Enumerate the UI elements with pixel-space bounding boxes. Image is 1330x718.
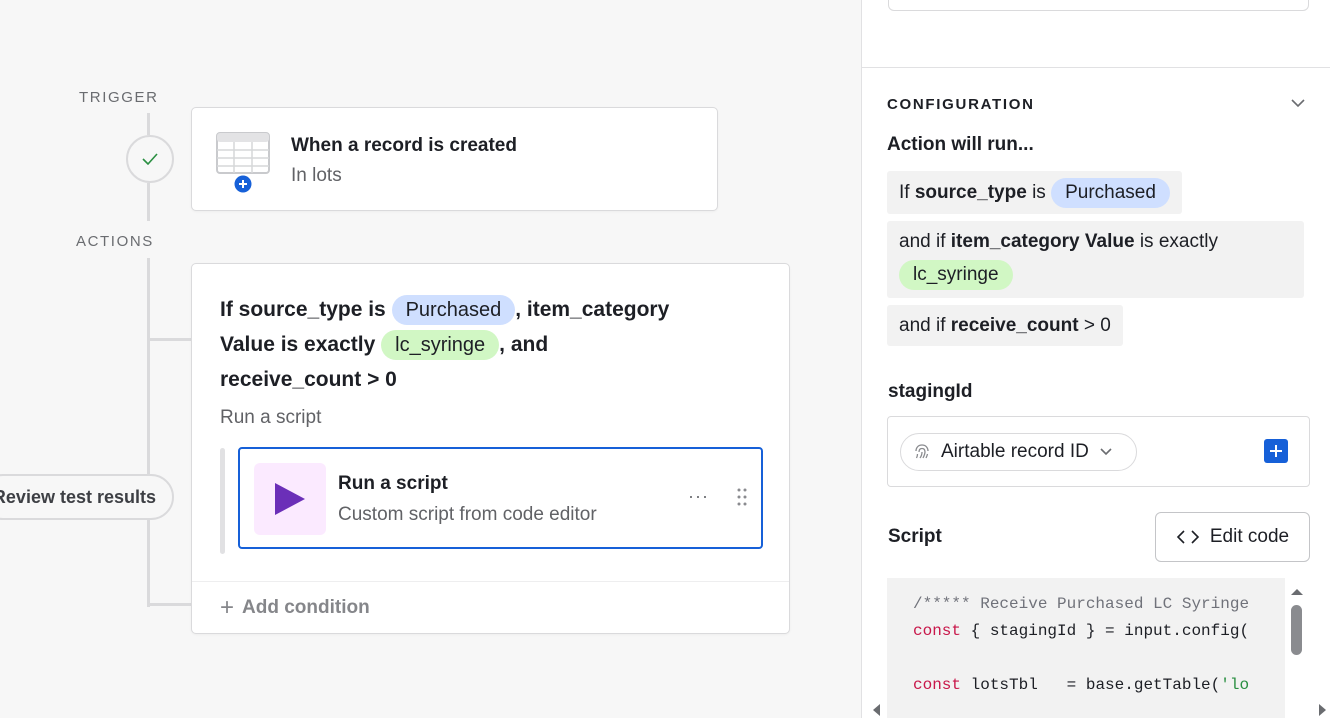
run-script-card[interactable]: Run a script Custom script from code edi… [238, 447, 763, 549]
plus-icon [1270, 445, 1282, 457]
value-pill: Purchased [1051, 178, 1170, 208]
condition-row[interactable]: and if item_category Value is exactly lc… [887, 221, 1304, 298]
input-box[interactable] [888, 0, 1309, 11]
run-script-label: Run a script [220, 407, 322, 428]
condition-field: source_type [914, 182, 1027, 203]
action-card[interactable]: If source_type is Purchased, item_catego… [191, 263, 790, 634]
branch-indicator [220, 448, 225, 554]
edit-code-label: Edit code [1209, 526, 1290, 547]
condition-prefix: If source_type is [220, 298, 386, 321]
trigger-status [126, 135, 174, 183]
flow-branch-connector [147, 338, 192, 341]
code-preview[interactable]: /***** Receive Purchased LC Syringe cons… [887, 578, 1285, 718]
condition-last: receive_count > 0 [220, 368, 397, 391]
condition-operator: is [1032, 182, 1046, 203]
code-scrollbar[interactable] [1285, 578, 1309, 703]
scroll-thumb[interactable] [1291, 605, 1302, 655]
add-condition-button[interactable]: + Add condition [220, 594, 370, 621]
play-icon [275, 483, 305, 515]
more-options-button[interactable]: ··· [688, 486, 709, 507]
chevron-down-icon[interactable] [1290, 97, 1306, 109]
scroll-left-icon[interactable] [870, 703, 882, 717]
record-id-token[interactable]: Airtable record ID [900, 433, 1137, 471]
script-title: Run a script [338, 473, 448, 494]
flow-connector [147, 113, 150, 135]
drag-handle-icon[interactable] [736, 487, 748, 507]
condition-prefix: and if [899, 231, 946, 252]
add-condition-label: Add condition [242, 597, 370, 618]
script-subtitle: Custom script from code editor [338, 504, 597, 525]
script-label: Script [888, 526, 942, 547]
condition-prefix: and if [899, 315, 946, 336]
condition-prefix: If [899, 182, 910, 203]
value-pill: lc_syringe [381, 330, 500, 360]
trigger-subtitle: In lots [291, 165, 342, 186]
condition-operator: > 0 [1083, 315, 1111, 336]
condition-row[interactable]: If source_type is Purchased [887, 171, 1182, 214]
actions-label: ACTIONS [76, 233, 154, 250]
condition-suffix: , and [499, 333, 549, 356]
value-pill: lc_syringe [899, 260, 1013, 290]
check-icon [142, 153, 158, 165]
flow-connector [147, 258, 150, 607]
code-line: const lotsTbl = base.getTable('lo [913, 676, 1250, 694]
scroll-right-icon[interactable] [1317, 703, 1329, 717]
staging-id-field[interactable]: Airtable record ID [887, 416, 1310, 487]
automation-canvas: TRIGGER ACTIONS When a record is created… [0, 0, 862, 718]
record-id-label: Airtable record ID [941, 441, 1089, 462]
code-line: const { stagingId } = input.config( [913, 622, 1250, 640]
condition-field: receive_count [950, 315, 1079, 336]
condition-operator: is exactly [1139, 231, 1218, 252]
add-record-icon [234, 175, 252, 193]
divider [862, 67, 1330, 68]
add-token-button[interactable] [1264, 439, 1288, 463]
trigger-label: TRIGGER [79, 89, 159, 106]
configuration-panel: CONFIGURATION Action will run... If sour… [861, 0, 1330, 718]
table-icon [216, 132, 270, 174]
configuration-header: CONFIGURATION [887, 96, 1035, 113]
chevron-down-icon [1100, 448, 1112, 456]
plus-icon: + [220, 594, 235, 621]
condition-row[interactable]: and if receive_count > 0 [887, 305, 1123, 346]
fingerprint-icon [915, 444, 929, 459]
code-icon [1176, 530, 1200, 544]
trigger-title: When a record is created [291, 135, 517, 156]
flow-connector [147, 183, 150, 221]
action-will-run-label: Action will run... [887, 134, 1034, 155]
trigger-card[interactable]: When a record is created In lots [191, 107, 718, 211]
code-line: /***** Receive Purchased LC Syringe [913, 595, 1250, 613]
condition-field: item_category Value [950, 231, 1135, 252]
scroll-up-icon[interactable] [1285, 584, 1309, 600]
review-test-results-button[interactable]: Review test results [0, 474, 174, 520]
staging-id-label: stagingId [888, 381, 973, 402]
flow-branch-connector [147, 603, 192, 606]
divider [192, 581, 789, 582]
value-pill: Purchased [391, 295, 516, 325]
edit-code-button[interactable]: Edit code [1155, 512, 1310, 562]
script-icon-box [254, 463, 326, 535]
condition-summary: If source_type is Purchased, item_catego… [220, 292, 680, 397]
